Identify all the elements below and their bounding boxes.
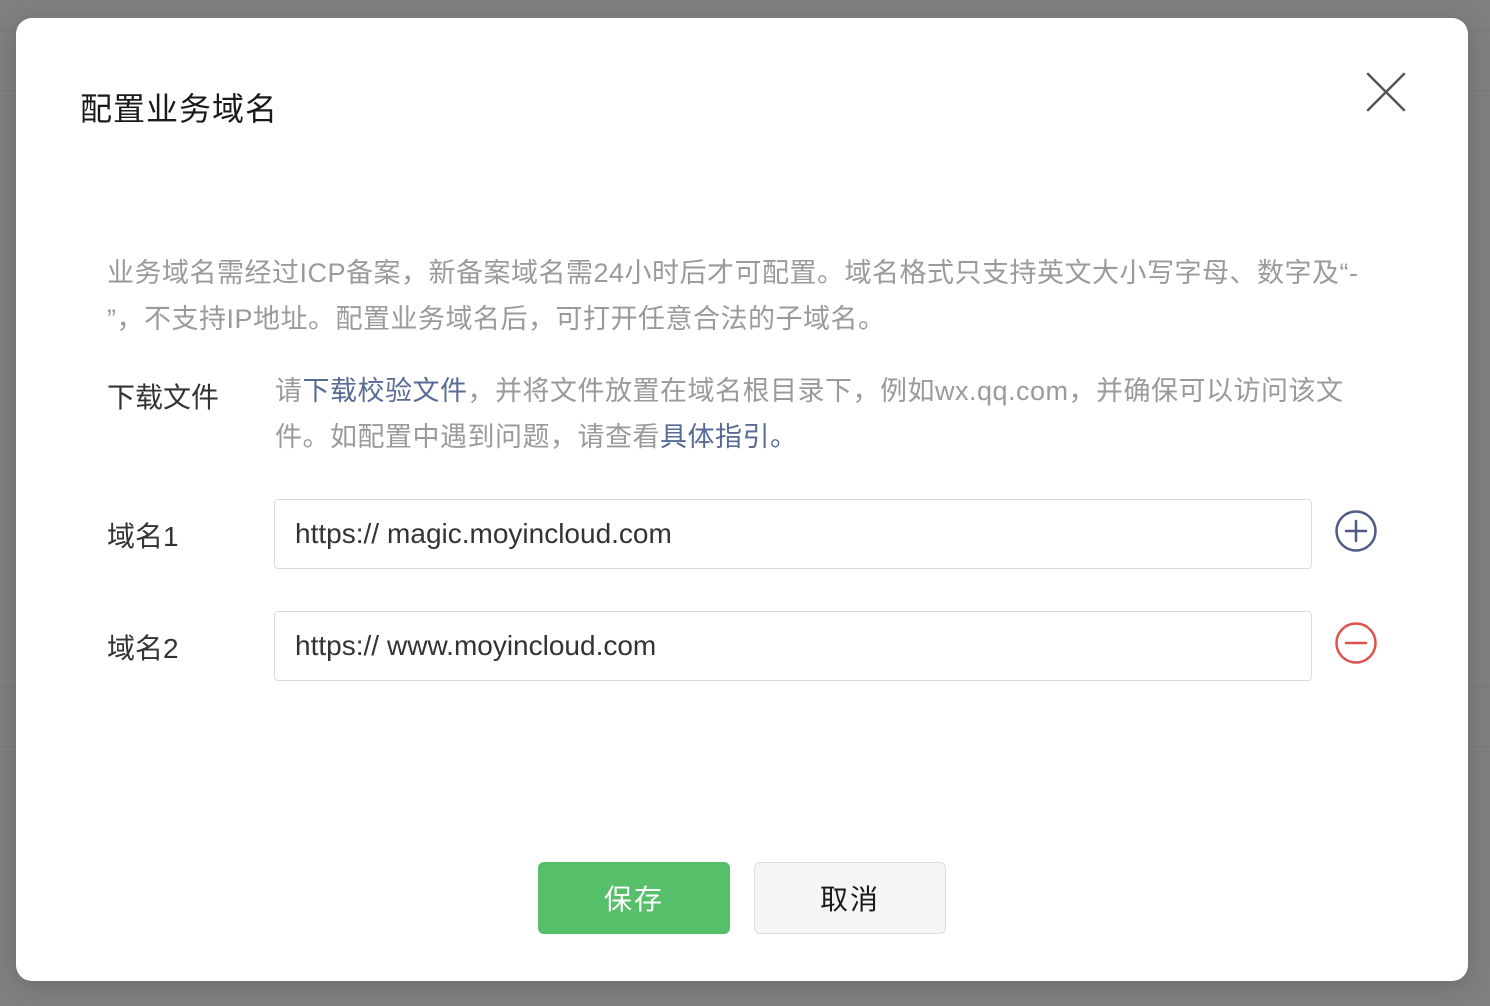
domain-2-input[interactable]: www.moyincloud.com xyxy=(387,630,1291,662)
download-instructions: 请下载校验文件，并将文件放置在域名根目录下，例如wx.qq.com，并确保可以访… xyxy=(275,368,1385,460)
minus-circle-icon xyxy=(1335,622,1377,664)
download-text-before: 请 xyxy=(275,376,303,406)
configure-domain-dialog: 配置业务域名 业务域名需经过ICP备案，新备案域名需24小时后才可配置。域名格式… xyxy=(16,18,1468,981)
domain-2-prefix: https:// xyxy=(295,630,380,661)
remove-domain-button[interactable] xyxy=(1334,621,1378,665)
close-button[interactable] xyxy=(1364,70,1408,114)
domain-1-field[interactable]: https:// magic.moyincloud.com xyxy=(274,499,1312,569)
plus-circle-icon xyxy=(1335,510,1377,552)
download-text-after: 。 xyxy=(770,422,798,452)
guide-link[interactable]: 具体指引 xyxy=(660,422,770,452)
domain-1-label: 域名1 xyxy=(107,521,179,552)
dialog-title: 配置业务域名 xyxy=(80,91,279,127)
domain-requirements-text: 业务域名需经过ICP备案，新备案域名需24小时后才可配置。域名格式只支持英文大小… xyxy=(107,258,1359,334)
cancel-button[interactable]: 取消 xyxy=(754,862,946,934)
save-button[interactable]: 保存 xyxy=(538,862,730,934)
download-file-label: 下载文件 xyxy=(107,382,220,413)
domain-1-input[interactable]: magic.moyincloud.com xyxy=(387,518,1291,550)
download-verification-file-link[interactable]: 下载校验文件 xyxy=(303,376,468,406)
domain-1-prefix: https:// xyxy=(295,518,380,549)
domain-2-field[interactable]: https:// www.moyincloud.com xyxy=(274,611,1312,681)
close-icon xyxy=(1366,72,1406,112)
domain-2-label: 域名2 xyxy=(107,633,179,664)
add-domain-button[interactable] xyxy=(1334,509,1378,553)
